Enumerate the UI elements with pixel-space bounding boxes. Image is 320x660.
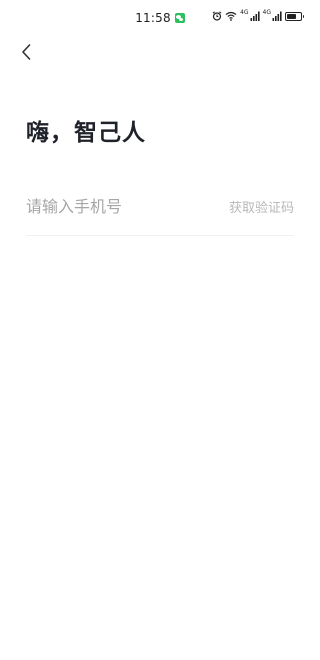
wechat-notification-icon bbox=[174, 13, 185, 23]
alarm-icon bbox=[212, 11, 222, 21]
phone-input[interactable] bbox=[26, 189, 206, 224]
network-label-2: 4G bbox=[262, 9, 271, 16]
status-bar: 11:58 4G 4G bbox=[0, 0, 320, 36]
get-code-button[interactable]: 获取验证码 bbox=[229, 197, 294, 216]
status-time: 11:58 bbox=[135, 11, 171, 25]
battery-level bbox=[287, 13, 297, 19]
signal-icon bbox=[272, 11, 282, 21]
network-label-1: 4G bbox=[240, 9, 249, 16]
chevron-left-icon bbox=[22, 44, 31, 60]
battery-icon bbox=[285, 11, 304, 21]
login-screen: 11:58 4G 4G 嗨，智己人 请输入手机号 获取验证码 bbox=[0, 0, 320, 660]
status-icons: 4G 4G bbox=[212, 9, 304, 21]
wifi-icon bbox=[225, 11, 237, 21]
page-title: 嗨，智己人 bbox=[26, 120, 146, 146]
phone-row: 获取验证码 bbox=[26, 189, 294, 236]
signal-icon bbox=[250, 11, 260, 21]
back-button[interactable] bbox=[14, 40, 38, 64]
